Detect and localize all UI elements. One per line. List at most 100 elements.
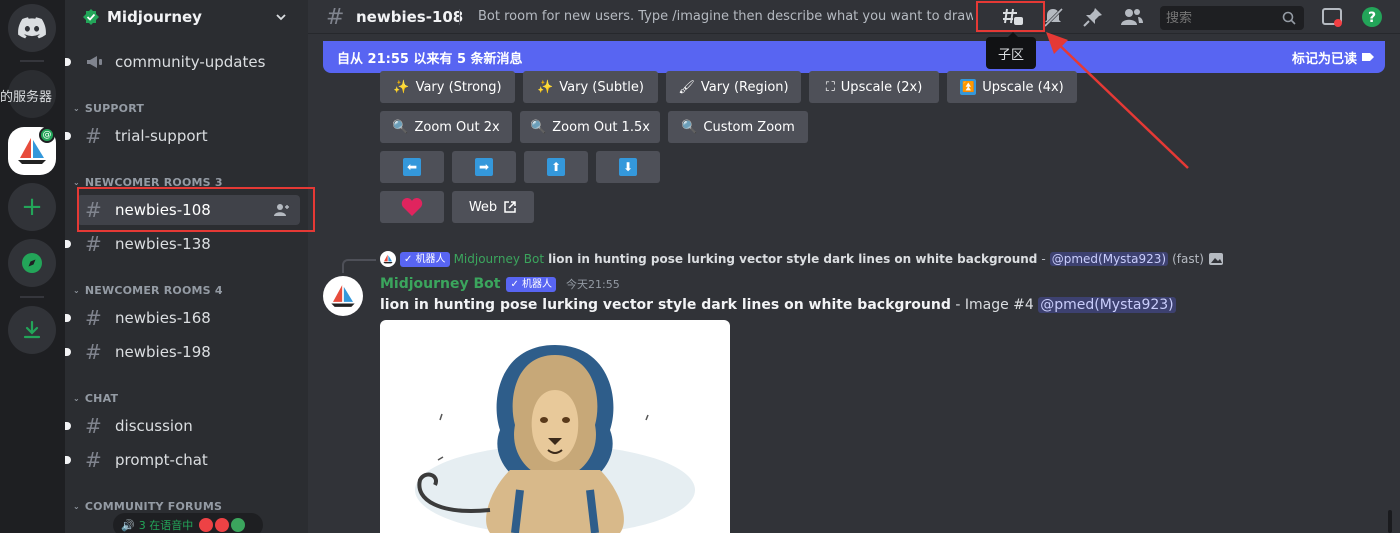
sidebar-item-newbies-168[interactable]: # newbies-168	[65, 303, 300, 333]
members-icon	[1121, 9, 1143, 25]
help-button[interactable]: ?	[1360, 5, 1384, 29]
category-community-forums[interactable]: ⌄ COMMUNITY FORUMS	[73, 500, 222, 513]
search-box[interactable]	[1160, 6, 1304, 30]
category-label: CHAT	[84, 392, 119, 405]
button-label: Upscale (2x)	[840, 79, 923, 95]
message-prompt: lion in hunting pose lurking vector styl…	[380, 297, 951, 313]
inbox-icon	[1322, 8, 1342, 27]
reply-mention[interactable]: @pmed(Mysta923)	[1049, 252, 1169, 266]
help-icon: ?	[1362, 7, 1382, 27]
chevron-down-icon: ⌄	[73, 394, 80, 403]
server-header[interactable]: Midjourney	[65, 0, 308, 34]
zoom-out-2x-button[interactable]: 🔍 Zoom Out 2x	[380, 111, 512, 143]
voice-status-text: 3 在语音中	[138, 519, 194, 532]
button-label: Custom Zoom	[703, 119, 795, 135]
chevron-down-icon: ⌄	[73, 104, 80, 113]
midjourney-boat-icon	[331, 285, 355, 307]
sidebar-item-trial-support[interactable]: # trial-support	[65, 121, 300, 151]
upscale-2x-button[interactable]: ⛶ Upscale (2x)	[809, 71, 939, 103]
pinned-messages-button[interactable]	[1081, 5, 1105, 29]
reply-author[interactable]: Midjourney Bot	[454, 252, 545, 266]
magnifier-icon: 🔍	[530, 119, 547, 135]
separator: -	[1041, 252, 1046, 266]
mark-read-icon	[1362, 53, 1374, 61]
sidebar-item-newbies-198[interactable]: # newbies-198	[65, 337, 300, 367]
search-input[interactable]	[1166, 10, 1276, 26]
message-header: Midjourney Bot ✓ 机器人 今天21:55	[380, 276, 620, 292]
chevron-down-icon: ⌄	[73, 286, 80, 295]
author-avatar[interactable]	[323, 276, 363, 316]
voice-status-pill[interactable]: 🔊 3 在语音中	[113, 513, 263, 533]
inbox-button[interactable]	[1320, 5, 1344, 29]
new-messages-banner[interactable]: 自从 21:55 以来有 5 条新消息 标记为已读	[323, 41, 1385, 73]
add-server-button[interactable]: +	[8, 183, 56, 231]
rail-separator	[20, 60, 44, 62]
sidebar-item-label: prompt-chat	[115, 451, 208, 469]
message-author[interactable]: Midjourney Bot	[380, 276, 500, 292]
sidebar-item-label: trial-support	[115, 127, 208, 145]
avatar	[199, 518, 214, 532]
download-apps-button[interactable]	[8, 306, 56, 354]
category-label: NEWCOMER ROOMS 4	[84, 284, 223, 297]
sidebar-item-prompt-chat[interactable]: # prompt-chat	[65, 445, 300, 475]
vary-subtle-button[interactable]: ✨ Vary (Subtle)	[523, 71, 658, 103]
lion-illustration	[415, 345, 695, 533]
thread-hash-icon: #	[85, 232, 102, 256]
paintbrush-icon: 🖌	[678, 79, 695, 95]
verified-icon	[83, 9, 99, 25]
custom-zoom-button[interactable]: 🔍 Custom Zoom	[668, 111, 808, 143]
button-label: Zoom Out 2x	[414, 119, 500, 135]
thread-hash-icon: #	[326, 5, 345, 30]
message-mention[interactable]: @pmed(Mysta923)	[1038, 297, 1176, 313]
sparkles-icon: ✨	[537, 79, 554, 95]
reply-prompt: lion in hunting pose lurking vector styl…	[548, 252, 1038, 266]
plus-icon: +	[21, 192, 43, 222]
pan-left-button[interactable]: ⬅	[380, 151, 444, 183]
download-icon	[23, 320, 41, 339]
vary-strong-button[interactable]: ✨ Vary (Strong)	[380, 71, 515, 103]
sidebar-item-label: newbies-138	[115, 235, 211, 253]
voice-avatars	[199, 518, 246, 532]
upscale-4x-button[interactable]: ⏫ Upscale (4x)	[947, 71, 1077, 103]
sidebar-item-newbies-138[interactable]: # newbies-138	[65, 229, 300, 259]
vary-region-button[interactable]: 🖌 Vary (Region)	[666, 71, 801, 103]
channel-sidebar: Midjourney community-updates ⌄ SUPPORT # …	[65, 0, 308, 533]
chevron-down-icon: ⌄	[73, 178, 80, 187]
discord-home-button[interactable]	[8, 4, 56, 52]
bot-tag: ✓ 机器人	[506, 276, 557, 292]
mark-as-read-button[interactable]: 标记为已读	[1292, 48, 1357, 67]
image-attachment[interactable]	[380, 320, 730, 533]
thread-hash-icon: #	[85, 414, 102, 438]
category-chat[interactable]: ⌄ CHAT	[73, 392, 118, 405]
zoom-out-1-5x-button[interactable]: 🔍 Zoom Out 1.5x	[520, 111, 660, 143]
pin-icon	[1083, 8, 1102, 27]
chevron-down-icon[interactable]	[275, 11, 287, 23]
arrow-up-icon: ⬆	[547, 158, 565, 176]
explore-servers-button[interactable]	[8, 239, 56, 287]
button-label: Upscale (4x)	[982, 79, 1064, 95]
web-link-button[interactable]: Web	[452, 191, 534, 223]
scrollbar[interactable]	[1388, 510, 1392, 533]
mention-badge: @	[39, 127, 55, 143]
pan-down-button[interactable]: ⬇	[596, 151, 660, 183]
reply-reference[interactable]: ✓ 机器人 Midjourney Bot lion in hunting pos…	[380, 251, 1224, 267]
pan-right-button[interactable]: ➡	[452, 151, 516, 183]
pan-up-button[interactable]: ⬆	[524, 151, 588, 183]
unread-indicator	[65, 132, 71, 140]
sidebar-item-discussion[interactable]: # discussion	[65, 411, 300, 441]
unread-indicator	[65, 348, 71, 356]
favorite-button[interactable]	[380, 191, 444, 223]
sidebar-item-community-updates[interactable]: community-updates	[65, 47, 300, 77]
unread-indicator	[65, 58, 71, 66]
highlight-box-threads	[976, 1, 1045, 32]
button-label: Web	[468, 199, 498, 215]
channel-topic[interactable]: Bot room for new users. Type /imagine th…	[478, 9, 973, 24]
category-support[interactable]: ⌄ SUPPORT	[73, 102, 144, 115]
member-list-button[interactable]	[1120, 5, 1144, 29]
message-content: lion in hunting pose lurking vector styl…	[380, 297, 1176, 313]
heart-icon	[401, 198, 423, 216]
svg-text:?: ?	[1368, 10, 1376, 26]
button-label: Vary (Subtle)	[559, 79, 644, 95]
category-newcomer-rooms-4[interactable]: ⌄ NEWCOMER ROOMS 4	[73, 284, 223, 297]
double-up-arrow-icon: ⏫	[960, 79, 977, 95]
